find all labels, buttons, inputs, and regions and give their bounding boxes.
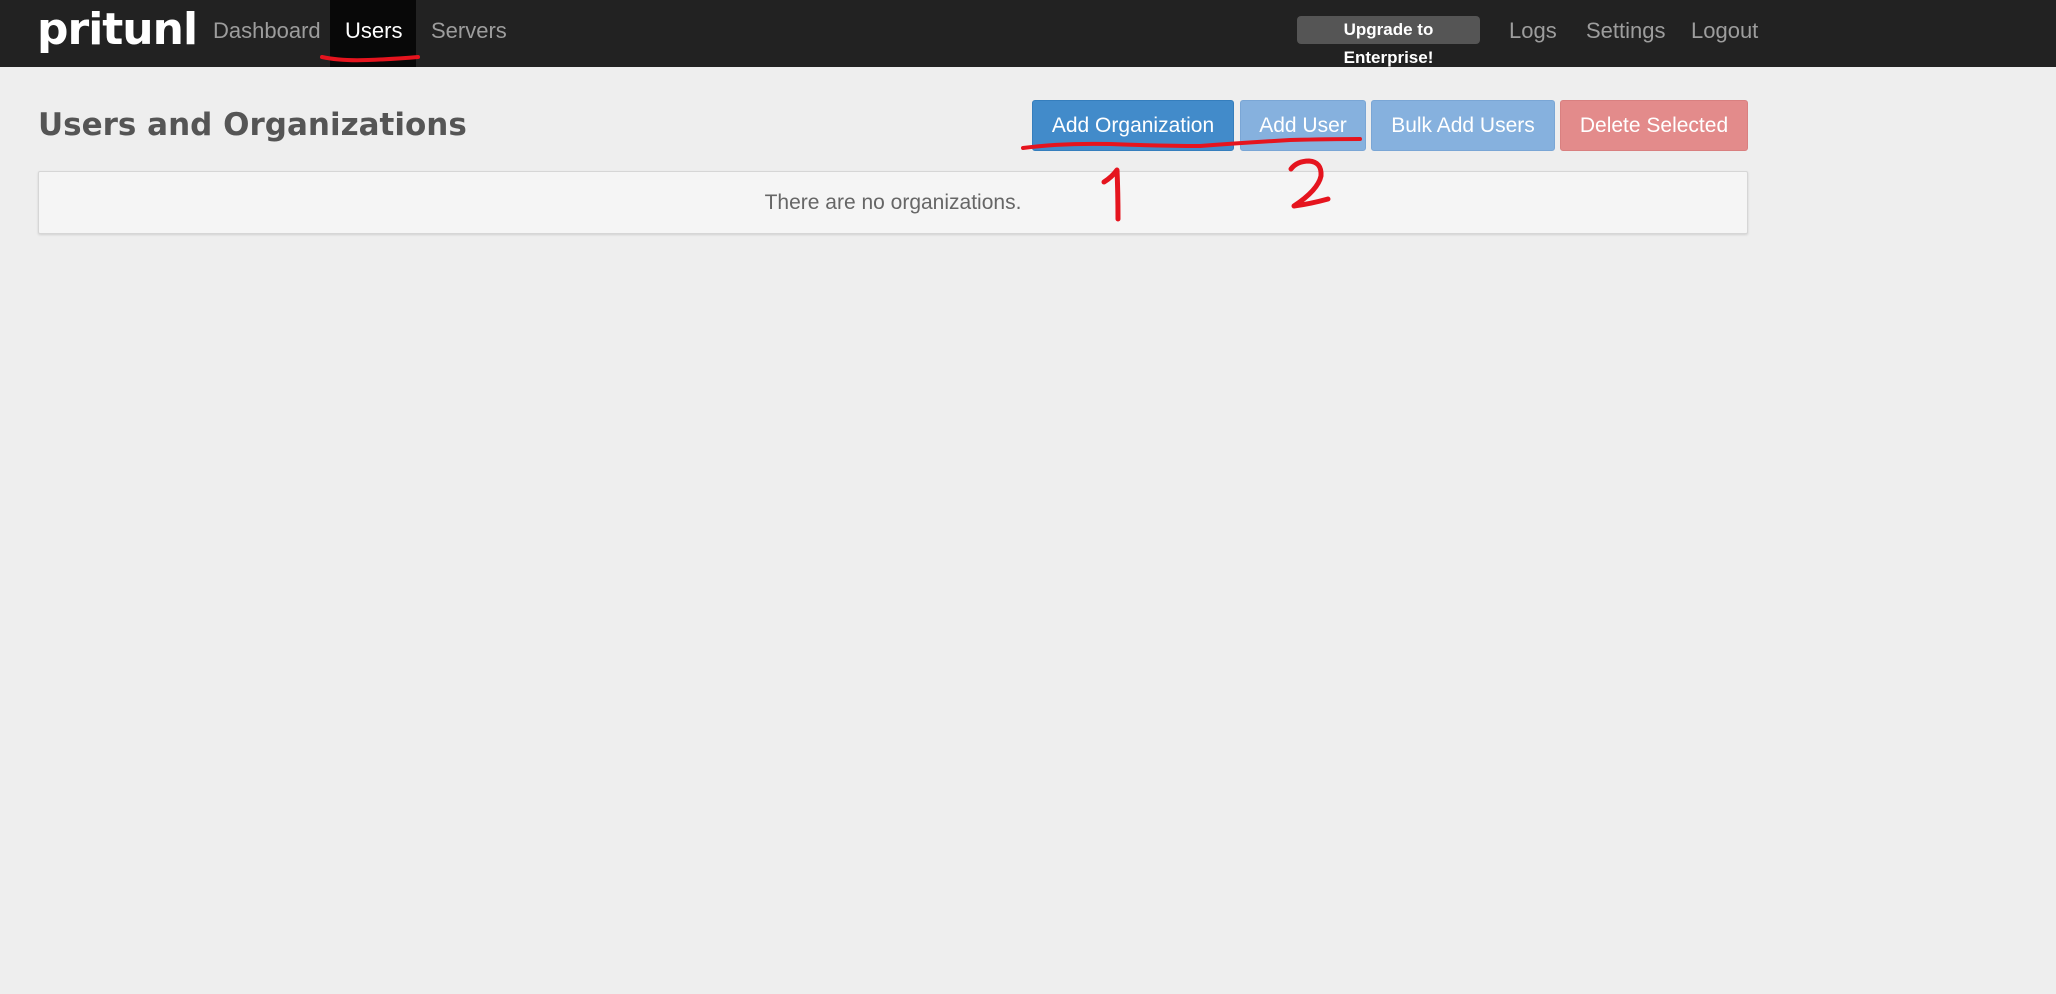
no-organizations-notice: There are no organizations.	[38, 171, 1748, 234]
top-navbar: pritunl Dashboard Users Servers Upgrade …	[0, 0, 2056, 67]
upgrade-enterprise-badge[interactable]: Upgrade to Enterprise!	[1297, 16, 1480, 67]
nav-settings[interactable]: Settings	[1571, 0, 1674, 67]
add-organization-button[interactable]: Add Organization	[1032, 100, 1234, 151]
nav-users[interactable]: Users	[330, 0, 416, 67]
nav-servers[interactable]: Servers	[416, 0, 518, 67]
brand-logo[interactable]: pritunl	[37, 0, 198, 67]
add-user-button[interactable]: Add User	[1240, 100, 1366, 151]
nav-dashboard[interactable]: Dashboard	[198, 0, 330, 67]
bulk-add-users-button[interactable]: Bulk Add Users	[1371, 100, 1555, 151]
delete-selected-button[interactable]: Delete Selected	[1560, 100, 1748, 151]
nav-logout[interactable]: Logout	[1676, 0, 1773, 67]
nav-logs[interactable]: Logs	[1494, 0, 1568, 67]
page-title: Users and Organizations	[38, 107, 467, 143]
